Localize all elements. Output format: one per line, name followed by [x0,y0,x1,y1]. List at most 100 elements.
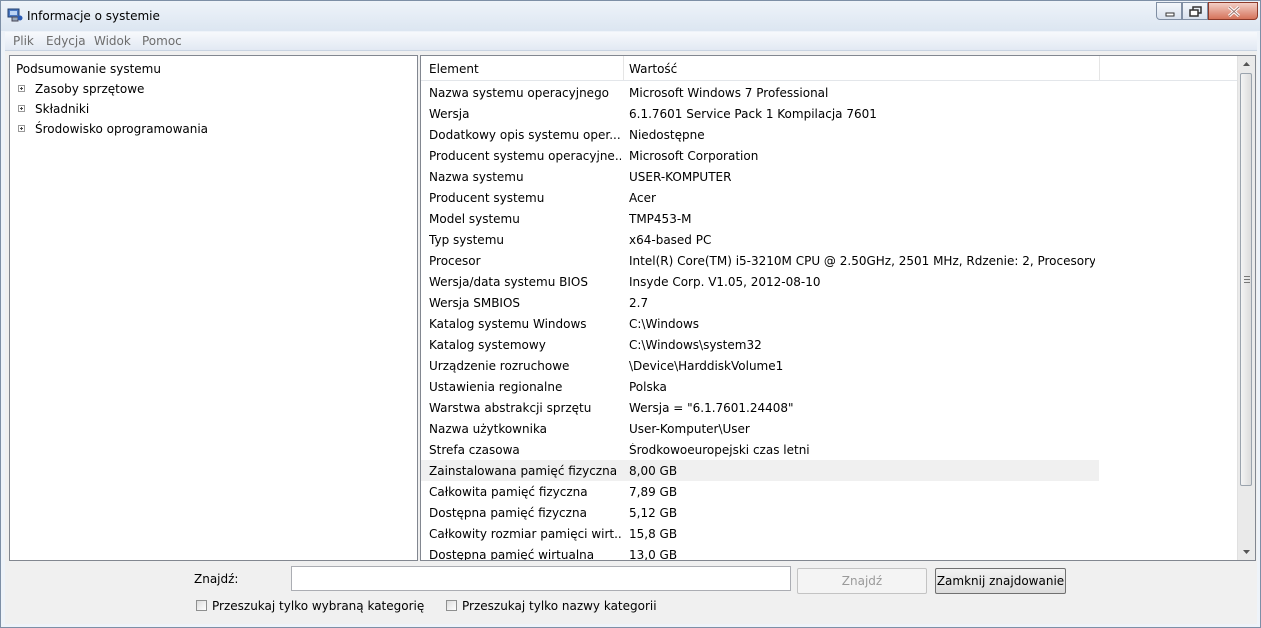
close-button[interactable] [1208,2,1258,20]
title-bar[interactable]: Informacje o systemie [1,1,1260,31]
cell-element: Całkowity rozmiar pamięci wirt... [429,527,621,541]
checkbox-box[interactable] [446,600,457,611]
column-divider[interactable] [1099,56,1100,80]
cell-value: x64-based PC [629,233,712,247]
cell-value: Polska [629,380,667,394]
table-row[interactable]: Producent systemu operacyjne... Microsoft… [421,145,1239,166]
cell-element: Nazwa systemu operacyjnego [429,86,610,100]
cell-element: Wersja/data systemu BIOS [429,275,588,289]
cell-element: Wersja SMBIOS [429,296,521,310]
table-row[interactable]: Dostępna pamięć fizyczna 5,12 GB [421,502,1239,523]
column-header-element[interactable]: Element [429,62,479,76]
scrollbar-thumb[interactable] [1240,73,1252,486]
cell-element: Dostępna pamięć fizyczna [429,506,587,520]
close-find-button[interactable]: Zamknij znajdowanie [935,568,1066,594]
cell-value: Niedostępne [629,128,705,142]
details-list[interactable]: Element Wartość Nazwa systemu operacyjne… [420,55,1256,561]
table-row[interactable]: Procesor Intel(R) Core(TM) i5-3210M CPU @… [421,250,1239,271]
minimize-button[interactable] [1156,2,1182,20]
cell-value: USER-KOMPUTER [629,170,732,184]
checkbox-label: Przeszukaj tylko wybraną kategorię [212,599,425,613]
cell-element: Katalog systemu Windows [429,317,587,331]
table-row[interactable]: Dodatkowy opis systemu oper... Niedostępn… [421,124,1239,145]
checkbox-label: Przeszukaj tylko nazwy kategorii [462,599,657,613]
table-row[interactable]: Katalog systemu Windows C:\Windows [421,313,1239,334]
grip-icon [1244,276,1250,283]
cell-element: Model systemu [429,212,520,226]
table-row[interactable]: Producent systemu Acer [421,187,1239,208]
cell-value: Wersja = "6.1.7601.24408" [629,401,794,415]
cell-element: Producent systemu operacyjne... [429,149,621,163]
cell-value: Insyde Corp. V1.05, 2012-08-10 [629,275,821,289]
table-row[interactable]: Wersja 6.1.7601 Service Pack 1 Kompilacja… [421,103,1239,124]
cell-element: Strefa czasowa [429,443,520,457]
expand-icon[interactable] [18,85,25,92]
table-row[interactable]: Nazwa systemu USER-KOMPUTER [421,166,1239,187]
menu-file[interactable]: Plik [13,34,34,48]
close-icon [1227,5,1241,18]
window-title: Informacje o systemie [27,9,160,23]
column-header-value[interactable]: Wartość [629,62,677,76]
cell-element: Katalog systemowy [429,338,546,352]
tree-item-label: Podsumowanie systemu [16,62,161,76]
table-row[interactable]: Strefa czasowa Środkowoeuropejski czas le… [421,439,1239,460]
cell-value: Microsoft Windows 7 Professional [629,86,829,100]
table-row[interactable]: Zainstalowana pamięć fizyczna ... 8,00 GB [421,460,1099,481]
cell-element: Ustawienia regionalne [429,380,563,394]
cell-value: 8,00 GB [629,464,678,478]
find-input[interactable] [291,566,791,591]
cell-value: Środkowoeuropejski czas letni [629,443,810,457]
client-area: Podsumowanie systemu Zasoby sprzętowe Sk… [5,51,1257,624]
tree-item-label: Zasoby sprzętowe [35,82,145,96]
table-row[interactable]: Urządzenie rozruchowe \Device\HarddiskVol… [421,355,1239,376]
table-row[interactable]: Katalog systemowy C:\Windows\system32 [421,334,1239,355]
cell-value: 6.1.7601 Service Pack 1 Kompilacja 7601 [629,107,877,121]
cell-element: Wersja [429,107,470,121]
cell-element: Nazwa użytkownika [429,422,548,436]
system-info-app-icon [7,8,23,22]
find-button[interactable]: Znajdź [797,568,927,594]
cell-value: Microsoft Corporation [629,149,759,163]
cell-element: Typ systemu [429,233,504,247]
tree-item-label: Środowisko oprogramowania [35,122,209,136]
cell-element: Procesor [429,254,481,268]
expand-icon[interactable] [18,105,25,112]
table-row[interactable]: Całkowita pamięć fizyczna 7,89 GB [421,481,1239,502]
system-information-window: Informacje o systemie Plik Edycja Widok … [0,0,1261,628]
cell-value: 15,8 GB [629,527,678,541]
column-divider[interactable] [623,56,624,80]
menu-edit[interactable]: Edycja [46,34,86,48]
menu-view[interactable]: Widok [94,34,131,48]
table-row[interactable]: Typ systemu x64-based PC [421,229,1239,250]
list-header: Element Wartość [421,56,1239,81]
expand-icon[interactable] [18,125,25,132]
table-row[interactable]: Nazwa systemu operacyjnego Microsoft Wind… [421,82,1239,103]
table-row[interactable]: Nazwa użytkownika User-Komputer\User [421,418,1239,439]
tree-item-label: Składniki [35,102,90,116]
checkbox-box[interactable] [196,600,207,611]
cell-value: 13,0 GB [629,548,678,561]
cell-element: Całkowita pamięć fizyczna [429,485,588,499]
cell-element: Warstwa abstrakcji sprzętu [429,401,592,415]
table-row[interactable]: Ustawienia regionalne Polska [421,376,1239,397]
cell-value: 2.7 [629,296,649,310]
cell-value: C:\Windows [629,317,700,331]
minimize-icon [1165,12,1175,17]
category-tree[interactable]: Podsumowanie systemu Zasoby sprzętowe Sk… [9,55,418,561]
table-row[interactable]: Wersja/data systemu BIOS Insyde Corp. V1.… [421,271,1239,292]
maximize-button[interactable] [1182,2,1208,20]
table-row[interactable]: Całkowity rozmiar pamięci wirt... 15,8 GB [421,523,1239,544]
table-row[interactable]: Warstwa abstrakcji sprzętu Wersja = "6.1.… [421,397,1239,418]
table-row[interactable]: Dostępna pamięć wirtualna 13,0 GB [421,544,1239,561]
cell-value: User-Komputer\User [629,422,750,436]
restore-icon [1189,6,1202,17]
menu-help[interactable]: Pomoc [142,34,182,48]
scroll-up-icon[interactable] [1238,56,1255,73]
cell-value: 5,12 GB [629,506,678,520]
cell-value: \Device\HarddiskVolume1 [629,359,784,373]
scroll-down-icon[interactable] [1238,543,1255,560]
vertical-scrollbar[interactable] [1237,56,1255,560]
table-row[interactable]: Model systemu TMP453-M [421,208,1239,229]
table-row[interactable]: Wersja SMBIOS 2.7 [421,292,1239,313]
cell-element: Urządzenie rozruchowe [429,359,570,373]
